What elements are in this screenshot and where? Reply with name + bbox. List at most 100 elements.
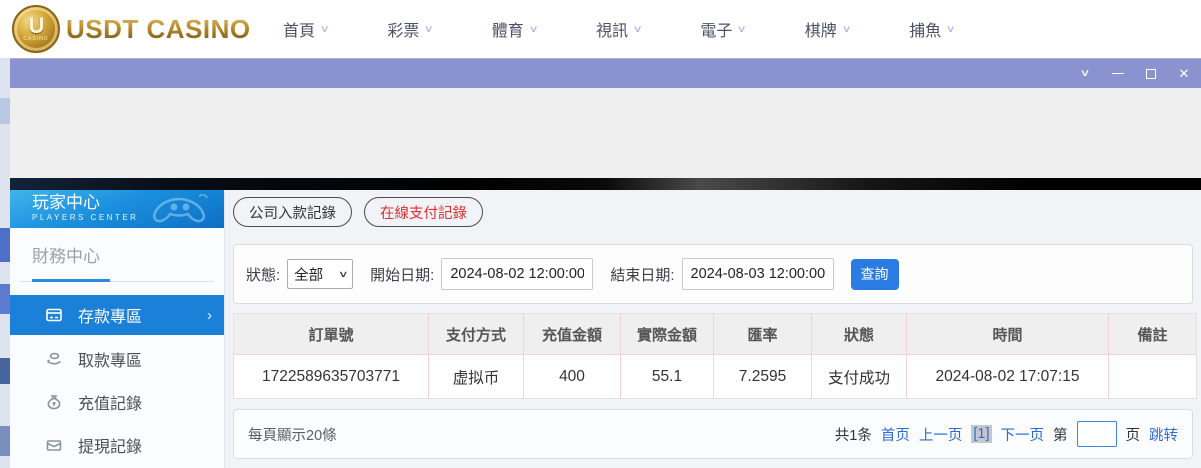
cell-time: 2024-08-02 17:07:15	[907, 355, 1109, 399]
col-exchange-rate: 匯率	[714, 314, 812, 355]
nav-label: 棋牌	[805, 17, 837, 41]
cell-status: 支付成功	[812, 355, 907, 399]
coin-letter: U	[29, 16, 44, 36]
sidebar-item-label: 提現記錄	[78, 433, 142, 457]
window-blank-area	[10, 88, 1201, 178]
nav-label: 電子	[700, 17, 732, 41]
first-page-link[interactable]: 首页	[881, 424, 910, 445]
start-date-input[interactable]	[441, 258, 593, 290]
tab-online-payment-records[interactable]: 在線支付記錄	[364, 197, 483, 227]
chevron-down-icon: ∨	[424, 24, 434, 35]
col-remark: 備註	[1109, 314, 1197, 355]
main-nav: 首頁 ∨ 彩票 ∨ 體育 ∨ 視訊 ∨ 電子 ∨ 棋牌 ∨ 捕魚 ∨	[283, 0, 954, 58]
wallet-icon	[45, 436, 63, 454]
nav-item-lottery[interactable]: 彩票 ∨	[387, 17, 432, 41]
nav-label: 彩票	[387, 17, 419, 41]
end-date-label: 結束日期:	[610, 264, 674, 285]
sidebar-section: 財務中心	[10, 228, 224, 282]
nav-item-chess[interactable]: 棋牌 ∨	[805, 17, 850, 41]
player-center-window: ∨ ✕ 玩家中心 PLAYERS CENTER	[10, 58, 1201, 468]
chevron-right-icon: ›	[207, 307, 212, 324]
end-date-input[interactable]	[682, 258, 834, 290]
chevron-down-icon: ∨	[737, 24, 747, 35]
nav-item-home[interactable]: 首頁 ∨	[283, 17, 328, 41]
cell-actual-amount: 55.1	[621, 355, 714, 399]
start-date-label: 開始日期:	[370, 264, 434, 285]
background-fragment	[0, 228, 10, 262]
coin-logo-icon: U CASINO	[12, 5, 60, 53]
col-payment-method: 支付方式	[429, 314, 524, 355]
page-jump-input[interactable]	[1077, 421, 1117, 447]
sidebar-section-title: 財務中心	[20, 242, 214, 279]
total-count-label: 共1条	[835, 424, 872, 445]
cell-recharge-amount: 400	[524, 355, 621, 399]
sidebar-item-recharge-records[interactable]: 充值記錄	[10, 380, 224, 423]
jump-action-link[interactable]: 跳转	[1149, 424, 1178, 445]
cell-payment-method: 虚拟币	[429, 355, 524, 399]
search-button[interactable]: 查詢	[851, 259, 899, 290]
pagination-controls: 共1条 首页 上一页 [1] 下一页 第 页 跳转	[835, 421, 1178, 447]
chevron-down-icon: ∨	[633, 24, 643, 35]
col-status: 狀態	[812, 314, 907, 355]
nav-item-slots[interactable]: 電子 ∨	[700, 17, 745, 41]
cell-remark	[1109, 355, 1197, 399]
dark-banner-strip	[10, 178, 1201, 190]
table-row: 1722589635703771 虚拟币 400 55.1 7.2595 支付成…	[234, 355, 1197, 399]
tab-company-deposit-records[interactable]: 公司入款記錄	[233, 197, 352, 227]
main-panel: 公司入款記錄 在線支付記錄 狀態: 全部 ∨ 開始日期: 結束日期: 查詢	[225, 190, 1201, 468]
money-bag-icon	[45, 393, 63, 411]
nav-label: 捕魚	[909, 17, 941, 41]
gamepad-icon	[144, 192, 214, 226]
prev-page-link[interactable]: 上一页	[919, 424, 963, 445]
background-fragment	[0, 284, 10, 314]
coin-label: CASINO	[23, 36, 48, 42]
sidebar-item-withdraw-zone[interactable]: 取款專區	[10, 337, 224, 380]
next-page-link[interactable]: 下一页	[1001, 424, 1045, 445]
background-fragment	[0, 426, 10, 456]
sidebar: 玩家中心 PLAYERS CENTER 財務中心	[10, 190, 225, 468]
chevron-down-icon: ∨	[320, 24, 330, 35]
window-maximize-icon[interactable]	[1144, 67, 1158, 81]
current-page-indicator: [1]	[971, 425, 991, 443]
jump-prefix-label: 第	[1053, 424, 1068, 445]
window-content: 玩家中心 PLAYERS CENTER 財務中心	[10, 190, 1201, 468]
window-collapse-icon[interactable]: ∨	[1075, 67, 1096, 81]
cell-order-number: 1722589635703771	[234, 355, 429, 399]
col-order-number: 訂單號	[234, 314, 429, 355]
nav-item-fishing[interactable]: 捕魚 ∨	[909, 17, 954, 41]
sidebar-item-label: 取款專區	[78, 347, 142, 371]
sidebar-item-label: 充值記錄	[78, 390, 142, 414]
chevron-down-icon: ∨	[841, 24, 851, 35]
status-label: 狀態:	[246, 264, 280, 285]
cell-exchange-rate: 7.2595	[714, 355, 812, 399]
section-divider	[20, 279, 214, 282]
deposit-card-icon	[45, 306, 63, 324]
background-page-strip	[0, 58, 10, 468]
sidebar-item-deposit-zone[interactable]: 存款專區 ›	[10, 295, 224, 335]
window-close-icon[interactable]: ✕	[1177, 67, 1191, 81]
col-actual-amount: 實際金額	[621, 314, 714, 355]
nav-item-video[interactable]: 視訊 ∨	[596, 17, 641, 41]
site-header: U CASINO USDT CASINO 首頁 ∨ 彩票 ∨ 體育 ∨ 視訊 ∨…	[0, 0, 1201, 58]
site-logo[interactable]: U CASINO USDT CASINO	[12, 5, 251, 53]
select-caret-icon: ∨	[338, 269, 349, 280]
background-fragment	[0, 98, 10, 124]
chevron-down-icon: ∨	[528, 24, 538, 35]
sidebar-item-withdrawal-records[interactable]: 提現記錄	[10, 423, 224, 466]
window-titlebar: ∨ ✕	[10, 58, 1201, 88]
sidebar-menu: 存款專區 › 取款專區	[10, 295, 224, 468]
chevron-down-icon: ∨	[946, 24, 956, 35]
hand-money-icon	[45, 350, 63, 368]
status-select[interactable]: 全部 ∨	[287, 259, 353, 289]
col-time: 時間	[907, 314, 1109, 355]
filter-bar: 狀態: 全部 ∨ 開始日期: 結束日期: 查詢	[233, 244, 1193, 304]
nav-label: 體育	[492, 17, 524, 41]
nav-label: 首頁	[283, 17, 315, 41]
jump-suffix-label: 页	[1126, 424, 1141, 445]
nav-item-sports[interactable]: 體育 ∨	[492, 17, 537, 41]
pagination-bar: 每頁顯示20條 共1条 首页 上一页 [1] 下一页 第 页 跳转	[233, 409, 1193, 459]
sidebar-item-label: 存款專區	[78, 303, 142, 327]
window-minimize-icon[interactable]	[1111, 67, 1125, 81]
records-table: 訂單號 支付方式 充值金額 實際金額 匯率 狀態 時間 備註 172258963…	[233, 313, 1197, 399]
table-header-row: 訂單號 支付方式 充值金額 實際金額 匯率 狀態 時間 備註	[234, 314, 1197, 355]
